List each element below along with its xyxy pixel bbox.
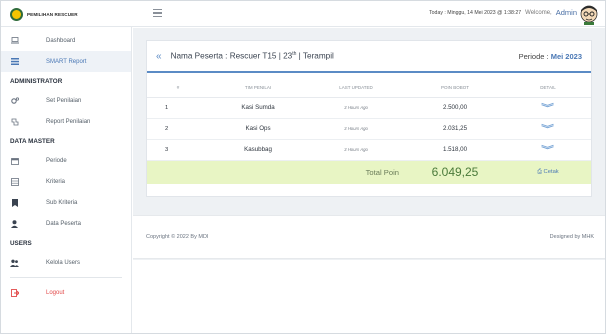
list-icon (10, 57, 19, 66)
print-button[interactable]: ⎙ Cetak (505, 160, 591, 184)
card-header: « Nama Peserta : Rescuer T15 | 23th | Te… (147, 41, 591, 73)
back-chevron-icon[interactable]: « (156, 51, 162, 62)
calendar-icon (10, 156, 19, 165)
col-header-updated: LAST UPDATED (307, 79, 405, 98)
topbar-info: Today : Minggu, 14 Mei 2023 @ 1:38:27 We… (429, 8, 577, 17)
users-icon (10, 258, 19, 267)
sidebar-divider (10, 277, 122, 278)
col-header-detail: DETAIL (505, 79, 591, 98)
sidebar-item-report-penilaian[interactable]: Report Penilaian (1, 111, 131, 132)
col-header-tim: TIM PENILAI (209, 79, 307, 98)
section-users: USERS (10, 239, 32, 247)
sidebar-item-periode[interactable]: Periode (1, 150, 131, 171)
detail-cell: ︾ (505, 118, 591, 140)
cell-tim: Kasi Sumda (209, 97, 307, 119)
cell-poin: 2.031,25 (405, 118, 505, 140)
brand[interactable]: PEMILIHAN RESCUER (2, 1, 133, 27)
report-icon (10, 117, 19, 126)
sidebar-item-label: Periode (46, 157, 67, 164)
section-administrator: ADMINISTRATOR (10, 77, 63, 85)
cell-poin: 2.500,00 (405, 97, 505, 119)
cell-poin: 1.518,00 (405, 139, 505, 161)
welcome-text: Welcome, (525, 9, 552, 16)
sidebar-item-label: Set Penilaian (46, 97, 82, 104)
total-label: Total Poin (147, 160, 405, 184)
col-header-poin: POIN BOBOT (405, 79, 505, 98)
period-value: Mei 2023 (550, 52, 582, 61)
cell-updated: 3 Hours Ago (307, 118, 405, 140)
sidebar-item-set-penilaian[interactable]: Set Penilaian (1, 90, 131, 111)
empty-area (133, 260, 605, 333)
page-title: Nama Peserta : Rescuer T15 | 23th | Tera… (170, 51, 334, 61)
sidebar-item-smart-report[interactable]: SMART Report (1, 51, 131, 72)
bookmark-icon (10, 198, 19, 207)
today-datetime: Today : Minggu, 14 Mei 2023 @ 1:38:27 (429, 9, 522, 16)
gears-icon (10, 96, 19, 105)
detail-chevron-icon[interactable]: ︾ (542, 143, 555, 156)
top-navbar: PEMILIHAN RESCUER Today : Minggu, 14 Mei… (1, 1, 605, 27)
sidebar-item-logout[interactable]: Logout (1, 282, 131, 303)
designed-by-text: Designed by MHK (549, 234, 594, 240)
sidebar: Dashboard SMART Report ADMINISTRATOR Set… (1, 27, 132, 333)
admin-name[interactable]: Admin (556, 8, 577, 17)
sidebar-item-label: Sub Kriteria (46, 199, 78, 206)
grid-icon (10, 177, 19, 186)
sidebar-item-dashboard[interactable]: Dashboard (1, 30, 131, 51)
detail-cell: ︾ (505, 97, 591, 119)
cell-tim: Kasubbag (209, 139, 307, 161)
sidebar-item-label: Kelola Users (46, 259, 81, 266)
total-row: Total Poin 6.049,25 ⎙ Cetak (147, 160, 591, 184)
sidebar-item-label: Data Peserta (46, 220, 82, 227)
print-label: Cetak (543, 168, 559, 175)
col-header-no: # (147, 79, 209, 98)
sidebar-item-kriteria[interactable]: Kriteria (1, 171, 131, 192)
cell-updated: 3 Hours Ago (307, 139, 405, 161)
hamburger-menu-icon[interactable] (153, 9, 162, 17)
footer: Copyright © 2022 By MDI Designed by MHK (133, 215, 605, 259)
cell-updated: 3 Hours Ago (307, 97, 405, 119)
brand-logo-icon (10, 7, 23, 21)
logout-icon (10, 288, 19, 297)
report-card: « Nama Peserta : Rescuer T15 | 23th | Te… (146, 40, 592, 197)
sidebar-item-label: SMART Report (46, 58, 87, 65)
detail-chevron-icon[interactable]: ︾ (542, 101, 555, 114)
table-row: 2 Kasi Ops 3 Hours Ago 2.031,25 ︾ (147, 118, 591, 140)
cell-no: 2 (147, 118, 209, 140)
brand-name: PEMILIHAN RESCUER (27, 11, 78, 17)
cell-no: 3 (147, 139, 209, 161)
cell-no: 1 (147, 97, 209, 119)
sidebar-item-label: Kriteria (46, 178, 66, 185)
table-row: 1 Kasi Sumda 3 Hours Ago 2.500,00 ︾ (147, 97, 591, 119)
avatar[interactable] (579, 3, 599, 25)
detail-cell: ︾ (505, 139, 591, 161)
main-content: « Nama Peserta : Rescuer T15 | 23th | Te… (133, 28, 605, 333)
sidebar-item-kelola-users[interactable]: Kelola Users (1, 252, 131, 273)
user-icon (10, 219, 19, 228)
detail-chevron-icon[interactable]: ︾ (542, 122, 555, 135)
sidebar-item-label: Report Penilaian (46, 118, 91, 125)
sidebar-item-label: Dashboard (46, 37, 76, 44)
table-header-row: # TIM PENILAI LAST UPDATED POIN BOBOT DE… (147, 79, 591, 98)
score-table: # TIM PENILAI LAST UPDATED POIN BOBOT DE… (147, 79, 591, 184)
cell-tim: Kasi Ops (209, 118, 307, 140)
printer-icon: ⎙ (537, 168, 542, 175)
sidebar-item-data-peserta[interactable]: Data Peserta (1, 213, 131, 234)
section-data-master: DATA MASTER (10, 137, 55, 145)
sidebar-item-label: Logout (46, 289, 65, 296)
laptop-icon (10, 36, 19, 45)
sidebar-item-sub-kriteria[interactable]: Sub Kriteria (1, 192, 131, 213)
period-info: Periode : Mei 2023 (518, 52, 582, 61)
total-value: 6.049,25 (405, 160, 505, 184)
copyright-text: Copyright © 2022 By MDI (146, 234, 209, 240)
table-row: 3 Kasubbag 3 Hours Ago 1.518,00 ︾ (147, 139, 591, 161)
